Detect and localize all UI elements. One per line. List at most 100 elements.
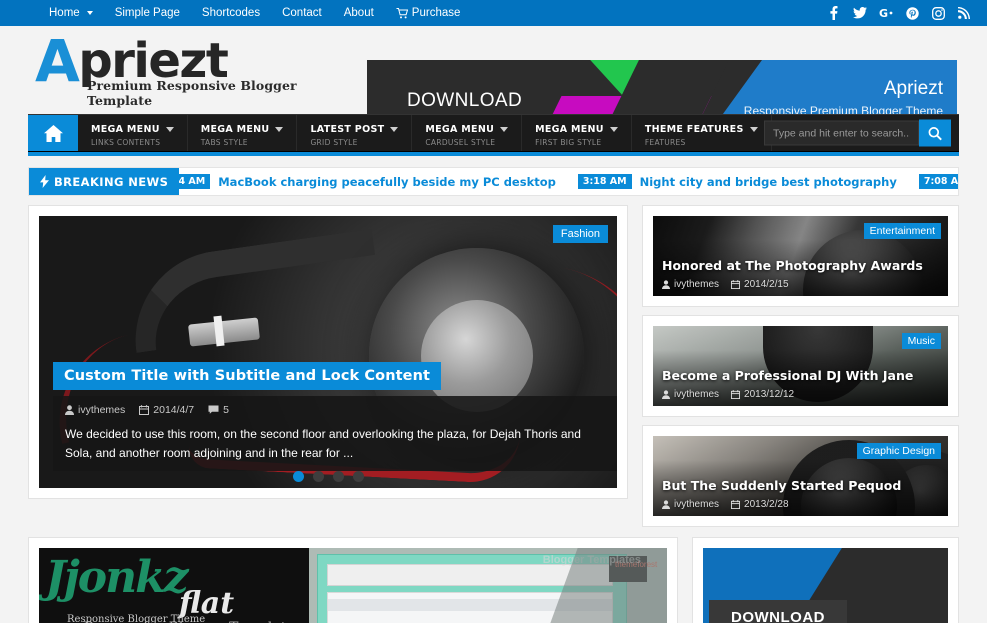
nav-item-mega-menu-carousel[interactable]: MEGA MENU CARDUSEL STYLE — [412, 115, 523, 151]
search-form — [764, 119, 951, 147]
topnav-item-shortcodes[interactable]: Shortcodes — [191, 0, 271, 26]
slider-dot-2[interactable] — [312, 471, 324, 482]
google-plus-icon[interactable]: G — [873, 0, 899, 26]
logo-rest: priezt — [78, 33, 228, 89]
post-title[interactable]: Honored at The Photography Awards — [662, 258, 923, 273]
featured-post-title[interactable]: Custom Title with Subtitle and Lock Cont… — [53, 362, 442, 390]
calendar-icon — [139, 405, 150, 415]
featured-column: Fashion Custom Title with Subtitle and L… — [28, 205, 628, 527]
topnav-item-simple-page[interactable]: Simple Page — [104, 0, 191, 26]
featured-excerpt: We decided to use this room, on the seco… — [65, 427, 581, 461]
bottom-screenshot-column: Jjonkz flat Responsive Blogger Theme Res… — [28, 537, 678, 623]
topnav-label: Home — [49, 7, 80, 19]
search-icon — [928, 126, 942, 140]
post-title[interactable]: But The Suddenly Started Pequod — [662, 478, 901, 493]
nav-item-sub: TABS STYLE — [200, 137, 248, 147]
chevron-down-icon — [749, 126, 758, 132]
facebook-icon[interactable] — [821, 0, 847, 26]
nav-item-mega-menu-links[interactable]: MEGA MENU LINKS CONTENTS — [78, 115, 188, 151]
slider-dot-3[interactable] — [332, 471, 344, 482]
nav-item-mega-menu-first-big[interactable]: MEGA MENU FIRST BIG STYLE — [522, 115, 632, 151]
site-header: Apriezt Premium Responsive Blogger Templ… — [0, 26, 987, 136]
chevron-down-icon — [275, 126, 284, 132]
nav-item-mega-menu-tabs[interactable]: MEGA MENU TABS STYLE — [188, 115, 298, 151]
user-icon — [662, 280, 670, 289]
post-card[interactable]: Music Become a Professional DJ With Jane… — [653, 326, 948, 406]
search-button[interactable] — [919, 119, 951, 147]
site-logo[interactable]: Apriezt Premium Responsive Blogger Templ… — [30, 32, 360, 108]
chevron-down-icon — [500, 126, 509, 132]
calendar-icon — [731, 280, 741, 289]
post-category-badge[interactable]: Music — [901, 333, 941, 349]
ticker-time: 7:08 AM — [918, 174, 958, 189]
slider-dot-1[interactable] — [292, 471, 304, 482]
download-widget-panel[interactable]: DOWNLOAD — [692, 537, 959, 623]
topnav-item-purchase[interactable]: Purchase — [385, 0, 472, 26]
post-card[interactable]: Entertainment Honored at The Photography… — [653, 216, 948, 296]
chevron-down-icon — [86, 11, 93, 15]
post-category-badge[interactable]: Graphic Design — [856, 443, 941, 459]
topnav-item-about[interactable]: About — [333, 0, 385, 26]
post-date: 2013/12/12 — [731, 389, 794, 400]
nav-item-title: LATEST POST — [310, 123, 385, 135]
svg-text:G: G — [879, 7, 888, 19]
nav-item-latest-post[interactable]: LATEST POST GRID STYLE — [297, 115, 413, 151]
nav-item-title: MEGA MENU — [200, 123, 270, 135]
bottom-download-column: DOWNLOAD — [692, 537, 959, 623]
user-icon — [662, 390, 670, 399]
featured-date: 2014/4/7 — [139, 404, 194, 416]
post-date: 2013/2/28 — [731, 499, 789, 510]
user-icon — [65, 405, 74, 415]
template-screenshot[interactable]: Jjonkz flat Responsive Blogger Theme Res… — [39, 548, 667, 623]
post-title[interactable]: Become a Professional DJ With Jane — [662, 368, 913, 383]
twitter-icon[interactable] — [847, 0, 873, 26]
rss-icon[interactable] — [951, 0, 977, 26]
slider-dot-4[interactable] — [352, 471, 364, 482]
topnav-item-contact[interactable]: Contact — [271, 0, 333, 26]
post-author: ivythemes — [662, 499, 719, 510]
nav-item-sub: GRID STYLE — [310, 137, 358, 147]
topnav-item-home[interactable]: Home — [38, 0, 104, 26]
topnav-label: Purchase — [411, 7, 461, 19]
nav-item-theme-features[interactable]: THEME FEATURES FEATURES — [632, 115, 772, 151]
download-button[interactable]: DOWNLOAD — [709, 600, 847, 623]
pinterest-icon[interactable] — [899, 0, 925, 26]
featured-slider[interactable]: Fashion Custom Title with Subtitle and L… — [39, 216, 617, 488]
sidebar-post-card-1[interactable]: Entertainment Honored at The Photography… — [642, 205, 959, 307]
ticker-headline[interactable]: Night city and bridge best photography — [640, 175, 897, 189]
ticker-item[interactable]: 7:08 AM Doubt can eat away at the best o… — [918, 174, 958, 189]
ticker-item[interactable]: 7:24 AM MacBook charging peacefully besi… — [156, 174, 556, 189]
nav-home-button[interactable] — [28, 115, 78, 151]
post-author-name: ivythemes — [674, 389, 720, 400]
post-card[interactable]: Graphic Design But The Suddenly Started … — [653, 436, 948, 516]
slider-pagination — [39, 471, 617, 482]
instagram-icon[interactable] — [925, 0, 951, 26]
breaking-news-label-text: BREAKING NEWS — [54, 174, 169, 189]
post-category-badge[interactable]: Entertainment — [863, 223, 941, 239]
banner-download-label: DOWNLOAD — [407, 90, 523, 111]
top-navigation: Home Simple Page Shortcodes Contact Abou… — [38, 0, 471, 26]
logo-initial: A — [35, 27, 80, 95]
calendar-icon — [731, 500, 741, 509]
post-meta: ivythemes 2013/2/28 — [662, 499, 789, 510]
home-icon — [43, 124, 63, 142]
post-meta: ivythemes 2013/12/12 — [662, 389, 794, 400]
featured-category-badge[interactable]: Fashion — [552, 225, 608, 243]
post-author: ivythemes — [662, 279, 719, 290]
post-author: ivythemes — [662, 389, 719, 400]
screenshot-cover: Jjonkz flat Responsive Blogger Theme Res… — [39, 548, 309, 623]
download-widget[interactable]: DOWNLOAD — [703, 548, 948, 623]
featured-post-meta: ivythemes 2014/4/7 5 — [65, 404, 605, 416]
ticker-headline[interactable]: MacBook charging peacefully beside my PC… — [218, 175, 556, 189]
calendar-icon — [731, 390, 741, 399]
screenshot-panel[interactable]: Jjonkz flat Responsive Blogger Theme Res… — [28, 537, 678, 623]
featured-date-value: 2014/4/7 — [153, 404, 195, 416]
ticker-item[interactable]: 3:18 AM Night city and bridge best photo… — [577, 174, 897, 189]
nav-item-sub: FEATURES — [644, 137, 686, 147]
sidebar-post-card-2[interactable]: Music Become a Professional DJ With Jane… — [642, 315, 959, 417]
bottom-row: Jjonkz flat Responsive Blogger Theme Res… — [0, 527, 987, 623]
search-input[interactable] — [764, 120, 919, 146]
sidebar-post-card-3[interactable]: Graphic Design But The Suddenly Started … — [642, 425, 959, 527]
featured-comments: 5 — [208, 404, 229, 416]
post-date-value: 2013/12/12 — [744, 389, 795, 400]
